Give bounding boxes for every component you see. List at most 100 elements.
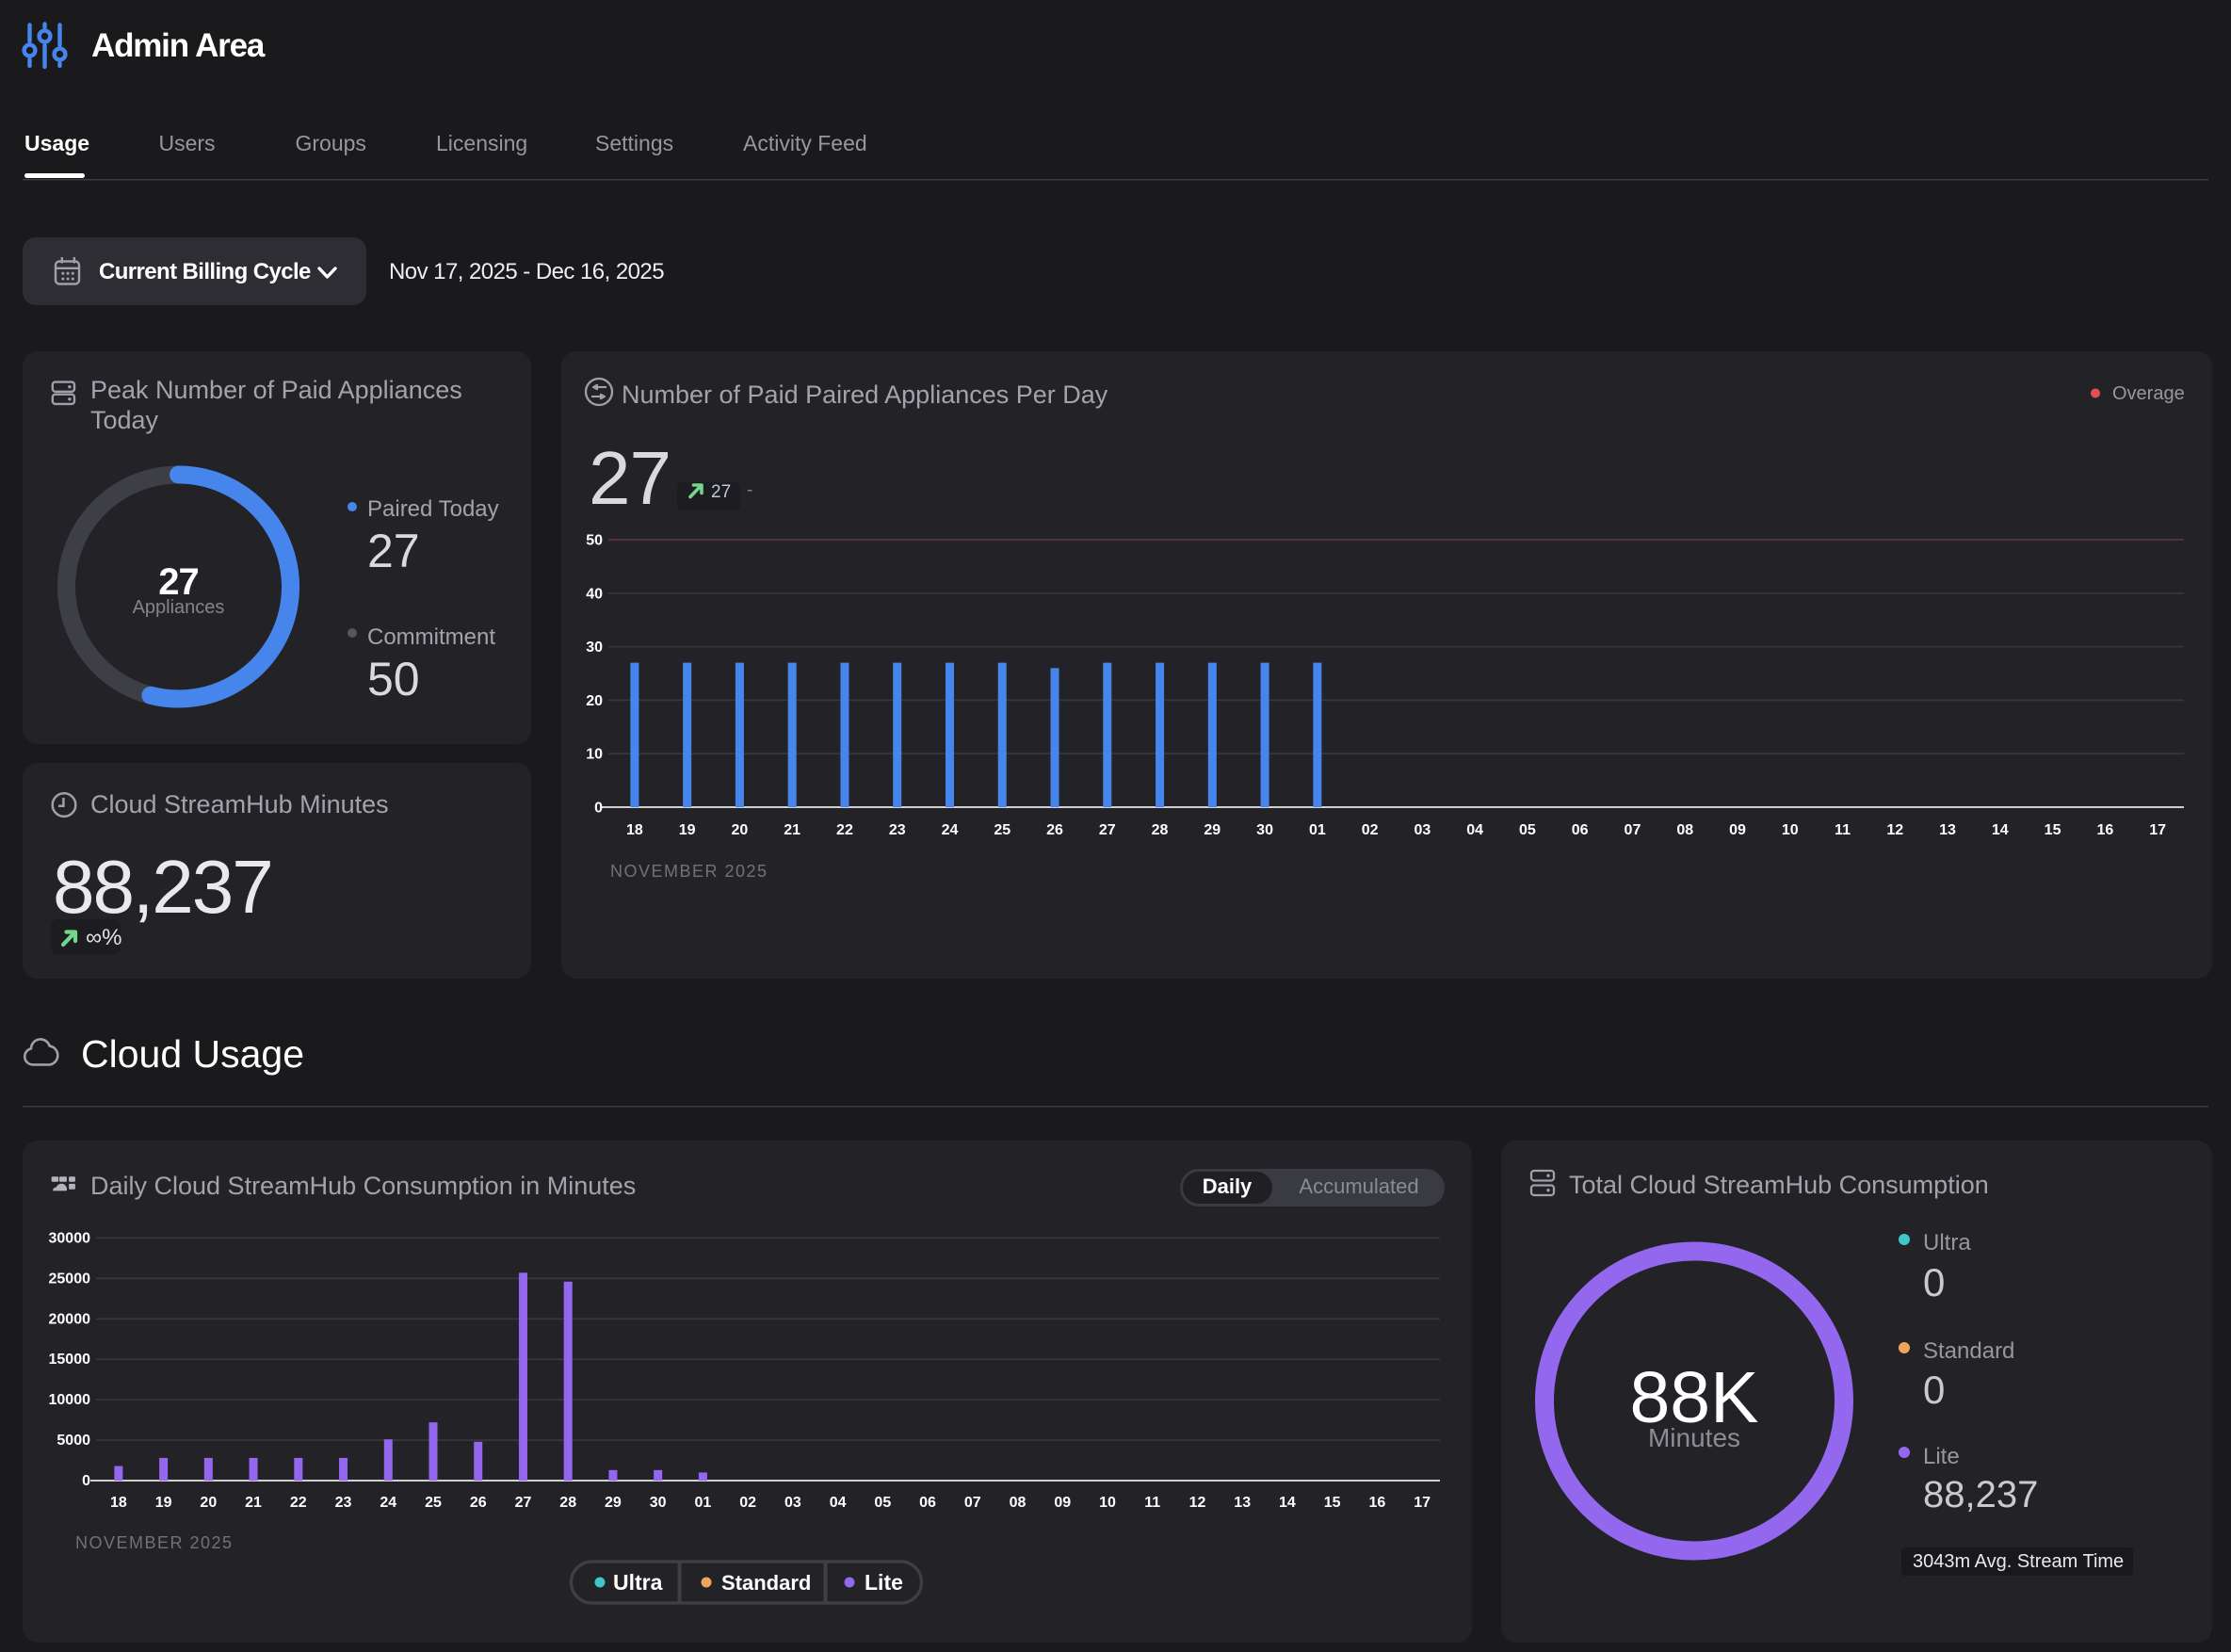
- svg-text:16: 16: [2096, 822, 2113, 838]
- svg-text:Lite: Lite: [865, 1570, 903, 1595]
- svg-text:0: 0: [594, 801, 603, 817]
- svg-text:NOVEMBER 2025: NOVEMBER 2025: [610, 862, 768, 881]
- svg-text:26: 26: [470, 1495, 487, 1511]
- svg-text:17: 17: [1414, 1495, 1431, 1511]
- svg-text:12: 12: [1189, 1495, 1206, 1511]
- svg-text:Minutes: Minutes: [1648, 1423, 1740, 1452]
- svg-text:03: 03: [784, 1495, 801, 1511]
- svg-text:Standard: Standard: [1923, 1338, 2014, 1364]
- svg-text:23: 23: [335, 1495, 352, 1511]
- svg-text:30: 30: [1256, 822, 1273, 838]
- svg-text:11: 11: [1144, 1495, 1160, 1511]
- svg-text:02: 02: [739, 1495, 756, 1511]
- svg-text:Standard: Standard: [721, 1571, 811, 1595]
- svg-text:Users: Users: [159, 131, 216, 155]
- svg-text:02: 02: [1362, 822, 1379, 838]
- svg-text:27: 27: [1099, 822, 1116, 838]
- svg-text:04: 04: [1466, 822, 1483, 838]
- svg-text:Groups: Groups: [296, 131, 366, 155]
- svg-text:-: -: [747, 480, 752, 500]
- svg-text:Overage: Overage: [2112, 383, 2185, 404]
- svg-text:Daily: Daily: [1203, 1174, 1253, 1198]
- svg-text:30: 30: [650, 1495, 667, 1511]
- svg-text:06: 06: [919, 1495, 936, 1511]
- svg-text:Licensing: Licensing: [436, 131, 527, 155]
- svg-text:18: 18: [626, 822, 643, 838]
- svg-text:10: 10: [1782, 822, 1799, 838]
- svg-text:03: 03: [1414, 822, 1431, 838]
- svg-text:50: 50: [367, 653, 420, 705]
- svg-text:15000: 15000: [49, 1352, 91, 1368]
- svg-text:26: 26: [1046, 822, 1063, 838]
- svg-text:10: 10: [586, 747, 603, 763]
- svg-text:13: 13: [1234, 1495, 1251, 1511]
- svg-text:21: 21: [784, 822, 800, 838]
- svg-text:19: 19: [679, 822, 696, 838]
- svg-text:28: 28: [1152, 822, 1169, 838]
- svg-text:25000: 25000: [49, 1271, 91, 1287]
- svg-text:0: 0: [1923, 1260, 1945, 1304]
- svg-text:88,237: 88,237: [53, 845, 272, 929]
- svg-text:Cloud Usage: Cloud Usage: [81, 1032, 304, 1076]
- svg-text:16: 16: [1369, 1495, 1386, 1511]
- svg-text:24: 24: [380, 1495, 396, 1511]
- svg-text:01: 01: [695, 1495, 712, 1511]
- svg-text:0: 0: [1923, 1368, 1945, 1412]
- svg-text:06: 06: [1572, 822, 1589, 838]
- svg-text:30: 30: [586, 640, 603, 656]
- svg-text:22: 22: [836, 822, 853, 838]
- svg-text:88,237: 88,237: [1923, 1474, 2038, 1515]
- svg-text:Number of Paid Paired Applianc: Number of Paid Paired Appliances Per Day: [622, 381, 1108, 409]
- svg-text:Total Cloud StreamHub Consumpt: Total Cloud StreamHub Consumption: [1569, 1171, 1989, 1199]
- svg-text:20: 20: [586, 693, 603, 709]
- svg-text:23: 23: [889, 822, 906, 838]
- svg-text:25: 25: [425, 1495, 442, 1511]
- svg-text:Appliances: Appliances: [133, 597, 225, 618]
- svg-text:Lite: Lite: [1923, 1444, 1960, 1469]
- svg-text:40: 40: [586, 586, 603, 602]
- svg-text:14: 14: [1992, 822, 2009, 838]
- svg-text:20000: 20000: [49, 1311, 91, 1327]
- svg-text:Ultra: Ultra: [1923, 1230, 1971, 1255]
- svg-text:29: 29: [1204, 822, 1221, 838]
- svg-text:09: 09: [1054, 1495, 1071, 1511]
- svg-text:NOVEMBER 2025: NOVEMBER 2025: [75, 1533, 234, 1552]
- svg-text:Ultra: Ultra: [613, 1570, 663, 1595]
- svg-text:08: 08: [1676, 822, 1693, 838]
- svg-text:5000: 5000: [57, 1433, 90, 1449]
- svg-text:Cloud StreamHub Minutes: Cloud StreamHub Minutes: [90, 790, 389, 818]
- svg-text:01: 01: [1309, 822, 1326, 838]
- svg-text:07: 07: [964, 1495, 981, 1511]
- svg-text:Peak Number of Paid Appliances: Peak Number of Paid Appliances: [90, 376, 462, 404]
- svg-text:07: 07: [1625, 822, 1641, 838]
- svg-text:Admin Area: Admin Area: [91, 27, 266, 64]
- svg-text:27: 27: [515, 1495, 532, 1511]
- svg-text:27: 27: [367, 525, 420, 577]
- svg-text:28: 28: [559, 1495, 576, 1511]
- svg-text:17: 17: [2149, 822, 2166, 838]
- svg-text:Settings: Settings: [595, 131, 673, 155]
- svg-text:24: 24: [942, 822, 959, 838]
- svg-text:25: 25: [994, 822, 1010, 838]
- svg-text:12: 12: [1886, 822, 1903, 838]
- svg-text:21: 21: [245, 1495, 262, 1511]
- svg-text:Paired Today: Paired Today: [367, 496, 499, 522]
- svg-text:50: 50: [586, 533, 603, 549]
- svg-text:10000: 10000: [49, 1392, 91, 1408]
- svg-text:09: 09: [1729, 822, 1746, 838]
- svg-text:19: 19: [155, 1495, 172, 1511]
- svg-text:05: 05: [1519, 822, 1536, 838]
- svg-text:Activity Feed: Activity Feed: [743, 131, 867, 155]
- svg-text:∞%: ∞%: [86, 925, 121, 950]
- svg-text:Commitment: Commitment: [367, 624, 495, 650]
- svg-text:13: 13: [1939, 822, 1956, 838]
- svg-text:0: 0: [82, 1473, 90, 1489]
- svg-text:15: 15: [1324, 1495, 1341, 1511]
- svg-text:04: 04: [830, 1495, 847, 1511]
- svg-text:08: 08: [1010, 1495, 1027, 1511]
- svg-text:Accumulated: Accumulated: [1299, 1174, 1418, 1198]
- svg-text:27: 27: [711, 482, 731, 502]
- svg-text:10: 10: [1099, 1495, 1116, 1511]
- svg-text:14: 14: [1279, 1495, 1296, 1511]
- svg-text:29: 29: [605, 1495, 622, 1511]
